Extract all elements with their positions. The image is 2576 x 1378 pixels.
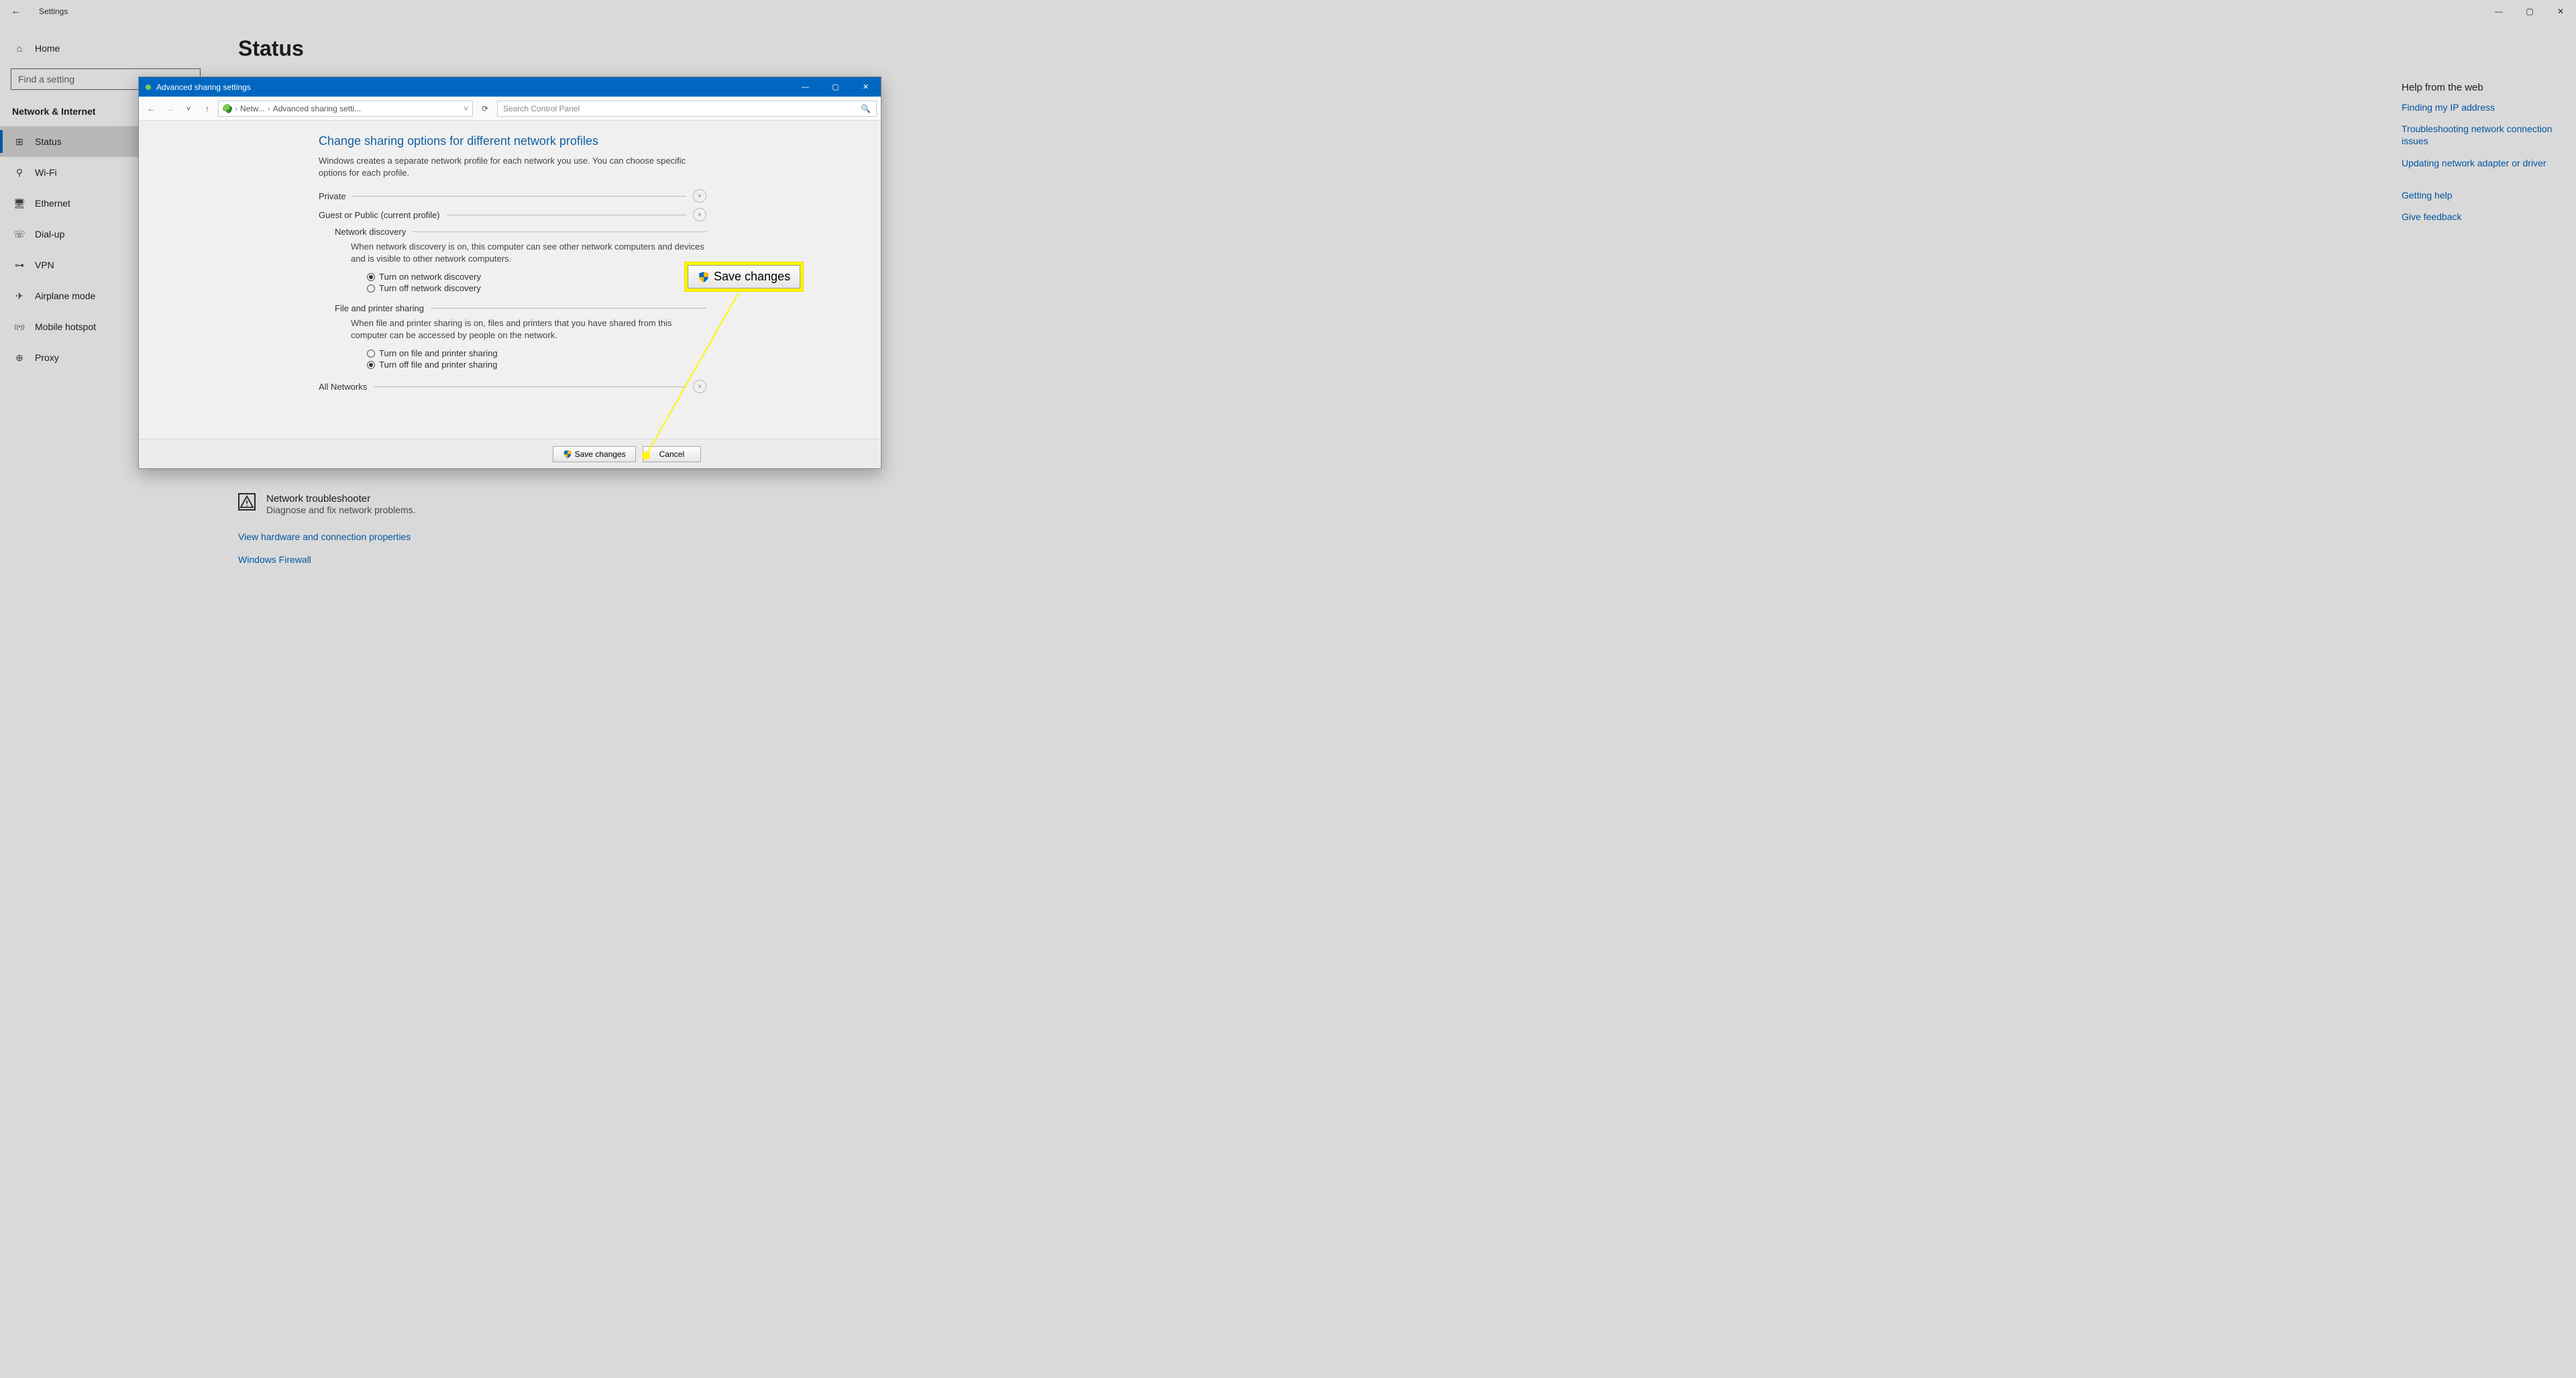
- dialog-footer: Save changes Cancel: [139, 439, 881, 468]
- callout-label: Save changes: [714, 270, 790, 284]
- proxy-icon: ⊕: [13, 352, 25, 364]
- sidebar-item-label: Dial-up: [35, 229, 64, 240]
- troubleshooter-row[interactable]: Network troubleshooter Diagnose and fix …: [238, 493, 2549, 515]
- help-link-troubleshoot[interactable]: Troubleshooting network connection issue…: [2402, 123, 2556, 147]
- status-icon: ⊞: [13, 136, 25, 148]
- nav-up-button[interactable]: ↑: [199, 104, 215, 113]
- search-placeholder: Search Control Panel: [503, 104, 580, 113]
- dialog-title: Advanced sharing settings: [156, 83, 251, 92]
- sidebar-item-label: Wi-Fi: [35, 167, 57, 178]
- breadcrumb[interactable]: › Netw... › Advanced sharing setti... ˅: [218, 101, 473, 117]
- profile-label: Private: [319, 191, 345, 201]
- ethernet-icon: 🖥: [13, 198, 25, 209]
- minimize-button[interactable]: —: [2483, 0, 2514, 23]
- radio-icon: [367, 361, 375, 369]
- radio-nd-off[interactable]: Turn off network discovery: [367, 282, 706, 294]
- window-controls: — ▢ ✕: [2483, 0, 2576, 23]
- back-button[interactable]: ←: [0, 5, 32, 17]
- breadcrumb-item[interactable]: Advanced sharing setti...: [273, 104, 361, 113]
- chevron-down-icon[interactable]: ˅: [693, 189, 706, 203]
- sidebar-home[interactable]: ⌂ Home: [0, 36, 211, 60]
- control-panel-breadcrumb-icon: [223, 104, 232, 113]
- callout-dot: [642, 452, 650, 460]
- page-title: Status: [238, 36, 2549, 61]
- help-link-help[interactable]: Getting help: [2402, 189, 2556, 201]
- refresh-button[interactable]: ⟳: [476, 104, 494, 113]
- search-icon: 🔍: [861, 104, 871, 113]
- nav-history-button[interactable]: ˅: [180, 104, 197, 113]
- nav-forward-button[interactable]: →: [162, 104, 178, 113]
- help-link-feedback[interactable]: Give feedback: [2402, 211, 2556, 223]
- save-changes-button[interactable]: Save changes: [553, 446, 636, 462]
- dialog-titlebar: Advanced sharing settings — ▢ ✕: [139, 77, 881, 97]
- sidebar-item-label: Mobile hotspot: [35, 321, 96, 332]
- wifi-icon: ⚲: [13, 167, 25, 178]
- cancel-button[interactable]: Cancel: [643, 446, 701, 462]
- profile-label: Guest or Public (current profile): [319, 210, 440, 220]
- section-description: Windows creates a separate network profi…: [319, 155, 706, 178]
- file-sharing-heading: File and printer sharing: [335, 303, 706, 313]
- sidebar-item-label: VPN: [35, 260, 54, 270]
- radio-icon: [367, 350, 375, 358]
- network-discovery-heading: Network discovery: [335, 227, 706, 237]
- titlebar: ← Settings — ▢ ✕: [0, 0, 2576, 23]
- sidebar-item-label: Status: [35, 136, 62, 147]
- warning-icon: [238, 493, 256, 511]
- shield-icon: [563, 449, 572, 459]
- shield-icon: [698, 271, 710, 283]
- file-sharing-body: When file and printer sharing is on, fil…: [351, 317, 706, 341]
- help-link-ip[interactable]: Finding my IP address: [2402, 101, 2556, 113]
- airplane-icon: ✈: [13, 290, 25, 302]
- vpn-icon: ⊶: [13, 260, 25, 271]
- nav-back-button[interactable]: ←: [143, 104, 159, 113]
- radio-nd-on[interactable]: Turn on network discovery: [367, 271, 706, 282]
- home-label: Home: [35, 43, 60, 54]
- dialog-close-button[interactable]: ✕: [851, 77, 881, 97]
- sidebar-item-label: Proxy: [35, 352, 59, 363]
- radio-fp-off[interactable]: Turn off file and printer sharing: [367, 359, 706, 370]
- callout-highlight: Save changes: [684, 262, 804, 292]
- app-title: Settings: [39, 7, 68, 16]
- dialog-maximize-button[interactable]: ▢: [820, 77, 851, 97]
- help-panel: Help from the web Finding my IP address …: [2402, 82, 2556, 232]
- link-firewall[interactable]: Windows Firewall: [238, 554, 2549, 565]
- chevron-up-icon[interactable]: ˄: [693, 208, 706, 221]
- network-discovery-body: When network discovery is on, this compu…: [351, 241, 706, 264]
- profile-public[interactable]: Guest or Public (current profile) ˄: [319, 208, 706, 221]
- close-button[interactable]: ✕: [2545, 0, 2576, 23]
- sidebar-item-label: Airplane mode: [35, 290, 95, 301]
- hotspot-icon: ((•)): [13, 323, 25, 330]
- troubleshooter-sub: Diagnose and fix network problems.: [266, 505, 416, 515]
- chevron-down-icon[interactable]: ˅: [693, 380, 706, 393]
- section-heading: Change sharing options for different net…: [319, 134, 706, 148]
- profile-label: All Networks: [319, 382, 367, 392]
- control-panel-search[interactable]: Search Control Panel 🔍: [497, 101, 877, 117]
- radio-icon: [367, 284, 375, 293]
- dialog-toolbar: ← → ˅ ↑ › Netw... › Advanced sharing set…: [139, 97, 881, 121]
- profile-all-networks[interactable]: All Networks ˅: [319, 380, 706, 393]
- troubleshooter-title: Network troubleshooter: [266, 493, 416, 505]
- radio-icon: [367, 273, 375, 281]
- maximize-button[interactable]: ▢: [2514, 0, 2545, 23]
- link-hardware[interactable]: View hardware and connection properties: [238, 531, 2549, 542]
- profile-private[interactable]: Private ˅: [319, 189, 706, 203]
- dialup-icon: ☏: [13, 229, 25, 240]
- radio-fp-on[interactable]: Turn on file and printer sharing: [367, 348, 706, 359]
- control-panel-icon: [146, 85, 151, 90]
- dialog-minimize-button[interactable]: —: [790, 77, 820, 97]
- help-link-adapter[interactable]: Updating network adapter or driver: [2402, 157, 2556, 169]
- home-icon: ⌂: [13, 43, 25, 54]
- breadcrumb-item[interactable]: Netw...: [240, 104, 265, 113]
- sidebar-item-label: Ethernet: [35, 198, 70, 209]
- help-title: Help from the web: [2402, 82, 2556, 93]
